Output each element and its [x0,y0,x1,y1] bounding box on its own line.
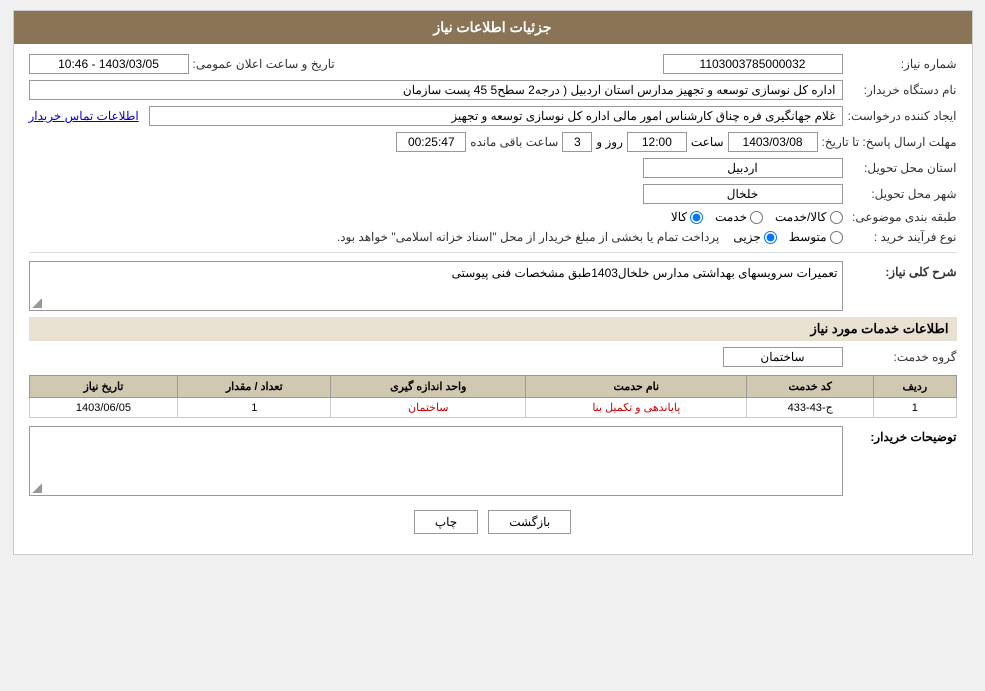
row-tavzihat: توضیحات خریدار: [29,426,957,496]
ijad-konande-label: ایجاد کننده درخواست: [847,109,957,123]
divider1 [29,252,957,253]
row-gorohe-khedmat: گروه خدمت: ساختمان [29,347,957,367]
service-table: ردیف کد خدمت نام حدمت واحد اندازه گیری ت… [29,375,957,418]
shomara-value: 1103003785000032 [663,54,843,74]
sharh-value: تعمیرات سرویسهای بهداشتی مدارس خلخال1403… [452,266,838,280]
announce-value: 1403/03/05 - 10:46 [29,54,189,74]
cell-tedad: 1 [178,398,331,418]
tabaqe-radios: کالا/خدمت خدمت کالا [671,210,843,224]
remain-value: 00:25:47 [396,132,466,152]
radio-motevaset-item: متوسط [789,230,843,244]
farayand-label: نوع فرآیند خرید : [847,230,957,244]
table-header-row: ردیف کد خدمت نام حدمت واحد اندازه گیری ت… [29,376,956,398]
announce-label: تاریخ و ساعت اعلان عمومی: [193,57,335,71]
cell-vahed: ساختمان [331,398,526,418]
tavzihat-box [29,426,843,496]
row-shomara: شماره نیاز: 1103003785000032 تاریخ و ساع… [29,54,957,74]
col-radif: ردیف [874,376,956,398]
sharh-label: شرح کلی نیاز: [847,261,957,279]
page-header: جزئیات اطلاعات نیاز [14,11,972,44]
shahr-value: خلخال [643,184,843,204]
row-nam-dastgah: نام دستگاه خریدار: اداره کل نوسازی توسعه… [29,80,957,100]
page-container: جزئیات اطلاعات نیاز شماره نیاز: 11030037… [13,10,973,555]
content-area: شماره نیاز: 1103003785000032 تاریخ و ساع… [14,44,972,554]
tabaqe-label: طبقه بندی موضوعی: [847,210,957,224]
buttons-row: بازگشت چاپ [29,510,957,534]
radio-kala-khedmat-label: کالا/خدمت [775,210,826,224]
farayand-radios: متوسط جزیی [733,230,842,244]
cell-nam: پایانده‍ی و تکمیل بنا [526,398,747,418]
ettelaat-tamas-link[interactable]: اطلاعات تماس خریدار [29,109,139,123]
resize-handle-tavzihat [32,483,42,493]
gorohe-khedmat-label: گروه خدمت: [847,350,957,364]
radio-kala-khedmat[interactable] [830,211,843,224]
resize-handle-sharh [32,298,42,308]
row-tabaqe: طبقه بندی موضوعی: کالا/خدمت خدمت کالا [29,210,957,224]
nam-dastgah-label: نام دستگاه خریدار: [847,83,957,97]
col-vahed: واحد اندازه گیری [331,376,526,398]
radio-motevaset-label: متوسط [789,230,827,244]
radio-khedmat[interactable] [750,211,763,224]
radio-kala[interactable] [690,211,703,224]
time-value: 12:00 [627,132,687,152]
khadamat-section-title: اطلاعات خدمات مورد نیاز [29,317,957,341]
shahr-label: شهر محل تحویل: [847,187,957,201]
col-tarikh: تاریخ نیاز [29,376,178,398]
tavzihat-label: توضیحات خریدار: [847,426,957,444]
shomara-label: شماره نیاز: [847,57,957,71]
radio-kala-item: کالا [671,210,703,224]
gorohe-khedmat-value: ساختمان [723,347,843,367]
radio-jozii-label: جزیی [733,230,760,244]
back-button[interactable]: بازگشت [488,510,571,534]
row-ijad-konande: ایجاد کننده درخواست: غلام جهانگیری فره چ… [29,106,957,126]
farayand-desc: پرداخت تمام یا بخشی از مبلغ خریدار از مح… [337,230,720,244]
ostan-value: اردبیل [643,158,843,178]
row-sharh: شرح کلی نیاز: تعمیرات سرویسهای بهداشتی م… [29,261,957,311]
ijad-konande-value: غلام جهانگیری فره چناق کارشناس امور مالی… [149,106,843,126]
days-value: 3 [562,132,592,152]
col-tedad: تعداد / مقدار [178,376,331,398]
cell-kod: ج-43-433 [747,398,874,418]
cell-tarikh: 1403/06/05 [29,398,178,418]
radio-jozii[interactable] [764,231,777,244]
date-value: 1403/03/08 [728,132,818,152]
radio-khedmat-item: خدمت [715,210,763,224]
remain-label: ساعت باقی مانده [470,135,558,149]
row-ostan: استان محل تحویل: اردبیل [29,158,957,178]
row-mohlat: مهلت ارسال پاسخ: تا تاریخ: 1403/03/08 سا… [29,132,957,152]
radio-kala-khedmat-item: کالا/خدمت [775,210,842,224]
page-title: جزئیات اطلاعات نیاز [433,19,551,35]
radio-motevaset[interactable] [830,231,843,244]
mohlat-label: مهلت ارسال پاسخ: تا تاریخ: [822,135,957,149]
radio-khedmat-label: خدمت [715,210,747,224]
table-row: 1 ج-43-433 پایانده‍ی و تکمیل بنا ساختمان… [29,398,956,418]
time-label: ساعت [691,135,724,149]
radio-kala-label: کالا [671,210,687,224]
days-label: روز و [596,135,623,149]
row-shahr: شهر محل تحویل: خلخال [29,184,957,204]
radio-jozii-item: جزیی [733,230,776,244]
ostan-label: استان محل تحویل: [847,161,957,175]
col-nam: نام حدمت [526,376,747,398]
print-button[interactable]: چاپ [414,510,478,534]
nam-dastgah-value: اداره کل نوسازی توسعه و تجهیز مدارس استا… [29,80,843,100]
col-kod: کد خدمت [747,376,874,398]
cell-radif: 1 [874,398,956,418]
row-farayand: نوع فرآیند خرید : متوسط جزیی پرداخت تمام… [29,230,957,244]
sharh-box: تعمیرات سرویسهای بهداشتی مدارس خلخال1403… [29,261,843,311]
